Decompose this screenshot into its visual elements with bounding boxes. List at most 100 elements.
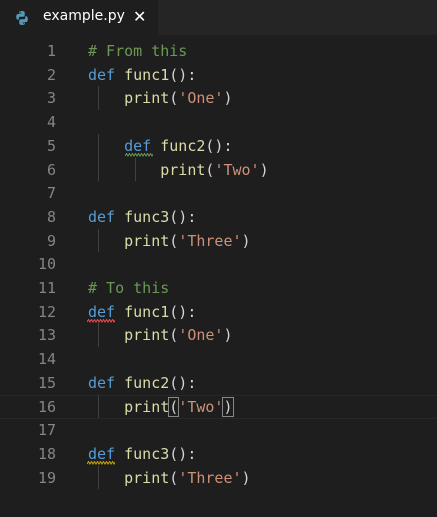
- code-token: 'One': [178, 326, 224, 345]
- indent-guide: [135, 157, 136, 182]
- code-token: (: [169, 326, 179, 345]
- line-number: 12: [37, 302, 56, 321]
- line-number: 11: [37, 279, 56, 297]
- line-number: 16: [37, 397, 56, 416]
- line-number: 3: [46, 89, 56, 108]
- info-squiggle: [87, 460, 115, 465]
- code-text: # To this: [88, 276, 169, 300]
- code-token: (: [169, 468, 179, 487]
- code-token: ): [223, 326, 233, 345]
- warning-squiggle: [125, 152, 153, 157]
- code-line[interactable]: 8 def func3():: [0, 205, 437, 229]
- code-text: def func2():: [88, 134, 233, 158]
- line-number: 5: [46, 136, 56, 155]
- code-token: ): [222, 396, 234, 417]
- code-token: ): [241, 468, 251, 487]
- code-token: (: [169, 231, 179, 250]
- code-token: # From this: [88, 42, 188, 60]
- code-line[interactable]: 2 def func1():: [0, 63, 437, 87]
- code-token: print: [124, 231, 170, 250]
- indent-guide: [98, 133, 99, 182]
- code-token: ():: [169, 207, 197, 226]
- code-token: ():: [205, 136, 233, 155]
- code-token: def: [88, 207, 116, 226]
- code-token: (: [169, 89, 179, 108]
- code-text: def func2():: [88, 371, 196, 395]
- line-number: 18: [37, 444, 56, 463]
- code-token: func3: [124, 207, 170, 226]
- code-text: # From this: [88, 39, 187, 63]
- code-line[interactable]: 13 print('One'): [0, 323, 437, 347]
- code-line[interactable]: 4: [0, 110, 437, 134]
- tab-bar: example.py ✕: [0, 0, 437, 35]
- code-editor[interactable]: 1 # From this 2 def func1(): 3 print('One') 4…: [0, 35, 437, 517]
- line-number: 17: [37, 421, 56, 440]
- tab-title: example.py: [43, 8, 125, 24]
- code-line[interactable]: 5 def func2():: [0, 134, 437, 158]
- code-text: def func3():: [88, 205, 196, 229]
- code-token: ():: [169, 65, 197, 84]
- code-token: func1: [124, 302, 170, 321]
- python-icon: [14, 10, 30, 26]
- code-token: ): [259, 160, 269, 179]
- code-text: def func1():: [88, 63, 196, 87]
- code-line[interactable]: 16 print('Two'): [0, 395, 437, 419]
- code-line[interactable]: 14: [0, 347, 437, 371]
- code-token: 'One': [178, 89, 224, 108]
- code-token: print: [124, 468, 170, 487]
- code-token: 'Two': [214, 160, 260, 179]
- code-token: ): [241, 231, 251, 250]
- close-icon[interactable]: ✕: [133, 7, 146, 26]
- tab-example-py[interactable]: example.py ✕: [0, 0, 158, 35]
- code-line[interactable]: 10: [0, 252, 437, 276]
- code-token: ():: [169, 373, 197, 392]
- code-token: ():: [169, 302, 197, 321]
- code-token: 'Three': [178, 231, 242, 250]
- code-token: ): [223, 89, 233, 108]
- code-line[interactable]: 12 def func1():: [0, 300, 437, 324]
- code-text: print('Three'): [88, 229, 251, 253]
- code-line[interactable]: 6 print('Two'): [0, 158, 437, 182]
- code-line[interactable]: 19 print('Three'): [0, 466, 437, 490]
- code-line[interactable]: 18 def func3():: [0, 442, 437, 466]
- line-number: 2: [46, 65, 56, 84]
- code-token: func3: [124, 444, 170, 463]
- code-line[interactable]: 9 print('Three'): [0, 229, 437, 253]
- line-number: 7: [46, 184, 56, 203]
- code-line[interactable]: 3 print('One'): [0, 86, 437, 110]
- line-number: 1: [46, 42, 56, 60]
- indent-guide: [98, 86, 99, 111]
- indent-guide: [98, 228, 99, 253]
- code-line[interactable]: 15 def func2():: [0, 371, 437, 395]
- code-token: ():: [169, 444, 197, 463]
- indent-guide: [98, 465, 99, 490]
- code-line[interactable]: 1 # From this: [0, 39, 437, 63]
- line-number: 15: [37, 373, 56, 392]
- code-line[interactable]: 7: [0, 181, 437, 205]
- line-number: 19: [37, 468, 56, 487]
- code-token: (: [168, 396, 180, 417]
- line-number: 10: [37, 255, 56, 274]
- code-text: print('Three'): [88, 466, 251, 490]
- indent-guide: [98, 394, 99, 419]
- code-token: def: [88, 65, 116, 84]
- code-text: print('One'): [88, 86, 233, 110]
- code-token: # To this: [88, 279, 170, 297]
- code-text: print('Two'): [88, 395, 234, 419]
- code-token: func1: [124, 65, 170, 84]
- code-line[interactable]: 11 # To this: [0, 276, 437, 300]
- indent-guide: [98, 323, 99, 348]
- code-line[interactable]: 17: [0, 418, 437, 442]
- error-squiggle: [87, 318, 115, 323]
- code-text: print('Two'): [88, 158, 269, 182]
- code-token: print: [124, 89, 170, 108]
- code-token: print: [124, 397, 170, 416]
- line-number: 9: [46, 231, 56, 250]
